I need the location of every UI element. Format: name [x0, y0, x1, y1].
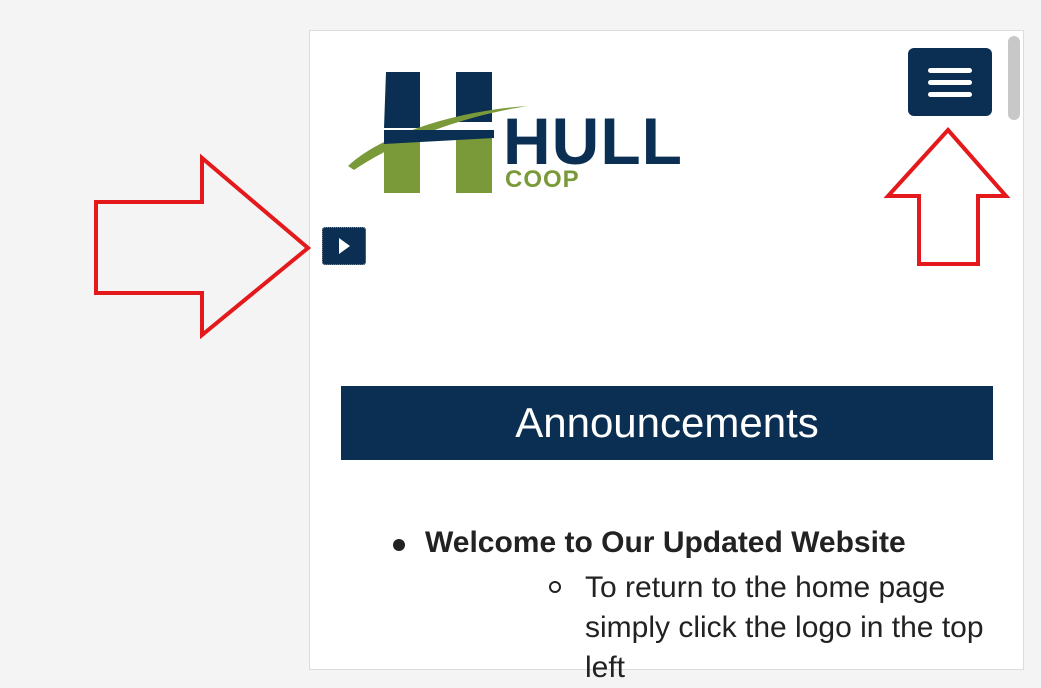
announcements-heading: Announcements	[515, 399, 819, 446]
hamburger-menu-icon-line	[928, 67, 972, 73]
right-arrow-annotation	[94, 153, 312, 340]
announcements-list: Welcome to Our Updated Website To return…	[345, 518, 995, 688]
scrollbar-thumb[interactable]	[1008, 36, 1020, 120]
list-item: To return to the home page simply click …	[425, 568, 995, 688]
list-item: Welcome to Our Updated Website To return…	[345, 518, 995, 688]
hamburger-menu-icon-line	[928, 91, 972, 97]
logo-text-hull: HULL	[503, 104, 683, 178]
menu-button[interactable]	[908, 48, 992, 116]
bullet-icon	[393, 539, 405, 551]
play-triangle-icon	[339, 238, 350, 254]
play-button[interactable]	[322, 227, 366, 265]
announcement-title: Welcome to Our Updated Website	[425, 526, 906, 559]
circle-bullet-icon	[549, 581, 561, 593]
announcement-detail: To return to the home page simply click …	[585, 571, 984, 684]
logo-text-coop: COOP	[505, 166, 580, 193]
hamburger-menu-icon-line	[928, 79, 972, 85]
announcements-banner: Announcements	[341, 386, 993, 460]
